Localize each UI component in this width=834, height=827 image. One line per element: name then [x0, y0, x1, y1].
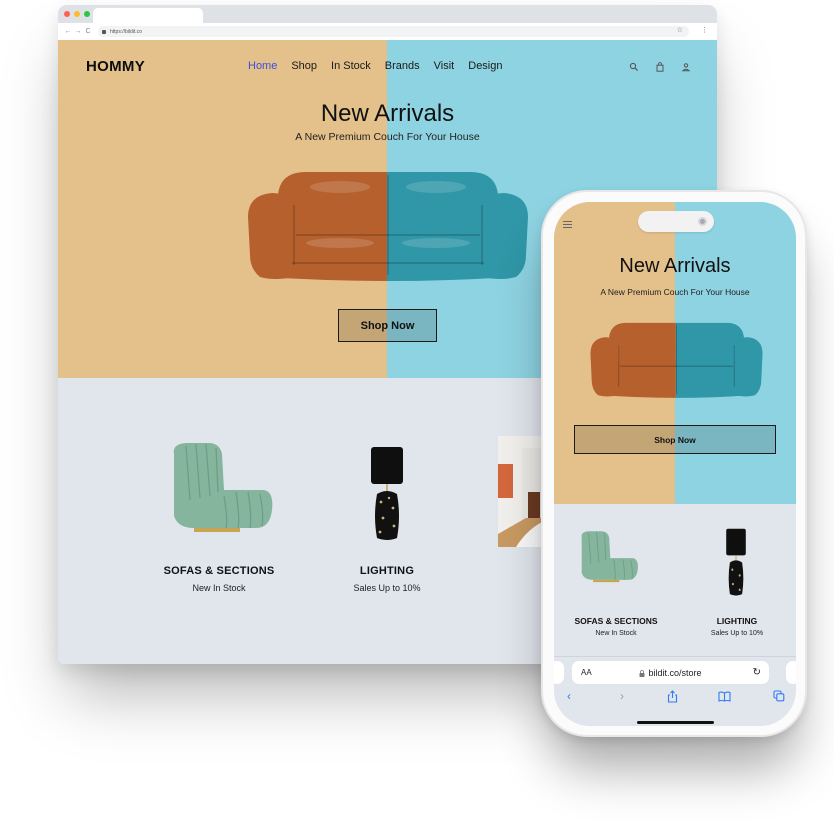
share-icon[interactable]: [667, 690, 678, 703]
browser-tab-bar: [58, 5, 717, 23]
interior-room-photo[interactable]: [498, 436, 546, 547]
header-icons: [629, 62, 691, 72]
nav-link-visit[interactable]: Visit: [434, 60, 455, 72]
site-logo[interactable]: HOMMY: [86, 58, 145, 75]
mobile-leather-couch-image: [590, 322, 763, 398]
hamburger-menu-icon[interactable]: [563, 221, 572, 228]
category-subtitle: Sales Up to 10%: [710, 630, 764, 637]
bookmarks-icon[interactable]: [718, 691, 731, 702]
maximize-window-button[interactable]: [84, 11, 90, 17]
safari-toolbar: ‹ ›: [554, 689, 796, 707]
browser-menu-icon[interactable]: ⋮: [701, 26, 708, 34]
nav-link-in-stock[interactable]: In Stock: [331, 60, 371, 72]
mobile-category-lighting[interactable]: LIGHTING Sales Up to 10%: [692, 616, 782, 637]
nav-link-brands[interactable]: Brands: [385, 60, 420, 72]
lock-icon: [639, 669, 645, 677]
mobile-url-text: bildit.co/store: [572, 668, 769, 678]
category-lighting[interactable]: LIGHTING Sales Up to 10%: [336, 565, 438, 593]
safari-bottom-bar: AA bildit.co/store ↻ ‹ ›: [554, 656, 796, 726]
category-subtitle: New In Stock: [595, 630, 637, 637]
browser-address-bar-row: ← → C https://bildit.co ☆ ⋮: [58, 23, 717, 40]
category-title: LIGHTING: [359, 565, 415, 577]
url-field[interactable]: https://bildit.co ☆: [98, 26, 689, 37]
mobile-green-chair-image[interactable]: [576, 526, 640, 588]
mobile-phone-frame: New Arrivals A New Premium Couch For You…: [541, 190, 807, 737]
phone-screen: New Arrivals A New Premium Couch For You…: [554, 202, 796, 726]
category-subtitle: Sales Up to 10%: [353, 583, 421, 593]
mobile-hero-title: New Arrivals: [619, 255, 731, 277]
category-sofas[interactable]: SOFAS & SECTIONS New In Stock: [159, 565, 279, 593]
browser-tab[interactable]: [93, 8, 203, 23]
mobile-hero-section: New Arrivals A New Premium Couch For You…: [554, 202, 796, 504]
mobile-hero-subtitle: A New Premium Couch For Your House: [600, 287, 750, 297]
mobile-shop-now-button[interactable]: Shop Now: [574, 425, 776, 454]
category-subtitle: New In Stock: [192, 583, 246, 593]
shopping-bag-icon[interactable]: [655, 62, 665, 72]
category-title: LIGHTING: [716, 616, 758, 626]
green-lounge-chair-image[interactable]: [164, 440, 276, 536]
nav-link-shop[interactable]: Shop: [291, 60, 317, 72]
camera-icon: [698, 217, 707, 226]
account-icon[interactable]: [681, 62, 691, 72]
reload-icon[interactable]: ↻: [753, 667, 761, 678]
site-info-icon[interactable]: [102, 29, 106, 34]
previous-tab-pill[interactable]: [554, 661, 564, 684]
main-nav: Home Shop In Stock Brands Visit Design: [248, 60, 503, 72]
minimize-window-button[interactable]: [74, 11, 80, 17]
next-tab-pill[interactable]: [786, 661, 796, 684]
url-text: https://bildit.co: [110, 28, 142, 35]
mobile-category-sofas[interactable]: SOFAS & SECTIONS New In Stock: [564, 616, 668, 637]
category-title: SOFAS & SECTIONS: [574, 616, 658, 626]
back-arrow-icon[interactable]: ←: [63, 28, 73, 35]
reload-icon[interactable]: C: [83, 28, 93, 35]
back-icon[interactable]: ‹: [561, 689, 577, 703]
nav-link-design[interactable]: Design: [468, 60, 502, 72]
dynamic-island: [638, 211, 714, 232]
black-table-lamp-image[interactable]: [369, 446, 405, 542]
tabs-icon[interactable]: [773, 690, 785, 702]
bookmark-star-icon[interactable]: ☆: [677, 26, 683, 34]
category-title: SOFAS & SECTIONS: [163, 565, 275, 577]
close-window-button[interactable]: [64, 11, 70, 17]
forward-icon[interactable]: ›: [614, 689, 630, 703]
window-controls: [64, 11, 90, 17]
leather-couch-image: [248, 172, 528, 281]
home-indicator[interactable]: [637, 721, 714, 724]
hero-title: New Arrivals: [320, 100, 455, 127]
search-icon[interactable]: [629, 62, 639, 72]
mobile-table-lamp-image[interactable]: [725, 528, 747, 597]
nav-link-home[interactable]: Home: [248, 60, 277, 72]
mobile-url-field[interactable]: AA bildit.co/store ↻: [572, 661, 769, 684]
forward-arrow-icon[interactable]: →: [73, 28, 83, 35]
url-label: bildit.co/store: [648, 667, 702, 678]
shop-now-button[interactable]: Shop Now: [338, 309, 437, 342]
hero-subtitle: A New Premium Couch For Your House: [295, 131, 480, 143]
